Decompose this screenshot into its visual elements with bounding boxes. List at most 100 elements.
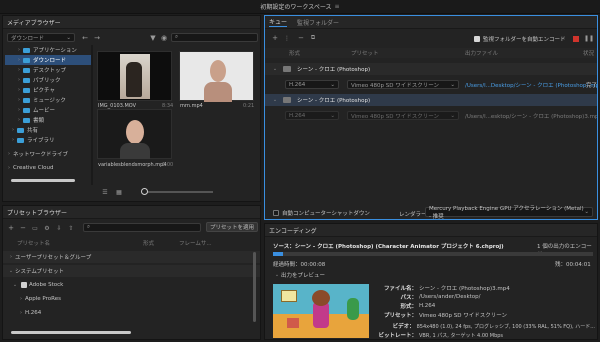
detail-row: ファイル名： シーン - クロエ (Photoshop)3.mp4 (373, 284, 595, 292)
tree-scrollbar[interactable] (11, 179, 75, 182)
search-input[interactable]: ⌕ (171, 33, 258, 42)
tree-item-movies[interactable]: › ムービー (5, 105, 91, 115)
queue-item-row[interactable]: H.264 ⌄ Vimeo 480p SD ワイドスクリーン ⌄ /Users/l.… (265, 77, 597, 91)
auto-shutdown-checkbox[interactable] (273, 210, 279, 216)
tree-item-downloads[interactable]: › ダウンロード (5, 55, 91, 65)
pause-icon[interactable]: ❚❚ (584, 34, 594, 42)
tree-item-pictures[interactable]: › ピクチャ (5, 85, 91, 95)
add-icon[interactable]: + (7, 224, 15, 232)
detail-row: パス： /Users/ander/Desktop/ (373, 293, 595, 301)
column-output: 出力ファイル (465, 51, 499, 57)
new-group-icon[interactable]: ▭ (31, 224, 39, 232)
expand-arrow-icon[interactable]: › (9, 127, 17, 133)
export-icon[interactable]: ⇧ (67, 224, 75, 232)
queue-item-row[interactable]: H.264 ⌄ Vimeo 480p SD ワイドスクリーン ⌄ /Users/l.… (265, 108, 597, 122)
expand-arrow-icon[interactable]: › (17, 296, 25, 302)
media-browser-title[interactable]: メディアブラウザー (7, 18, 61, 27)
tree-item-creative-cloud[interactable]: › Creative Cloud (5, 163, 91, 173)
expand-arrow-icon[interactable]: › (15, 87, 23, 93)
preset-browser-title[interactable]: プリセットブラウザー (7, 208, 67, 217)
preset-row-user[interactable]: › ユーザープリセット＆グループ (3, 251, 260, 263)
column-format: 形式 (289, 51, 301, 57)
collapse-arrow-icon[interactable]: ⌄ (271, 97, 279, 103)
tree-item-public[interactable]: › パブリック (5, 75, 91, 85)
auto-encode-checkbox[interactable] (474, 36, 480, 42)
preview-toggle[interactable]: ⌄ 出力をプレビュー (273, 271, 363, 279)
tree-item-network-drive[interactable]: › ネットワークドライブ (5, 149, 91, 159)
settings-icon[interactable]: ⚙ (43, 224, 51, 232)
queue-panel: キュー 監視フォルダー + ⋮ − ⧉ 監視フォルダーを自動エンコード ❚❚ 形… (264, 15, 598, 220)
preset-dropdown[interactable]: Vimeo 480p SD ワイドスクリーン ⌄ (347, 80, 459, 89)
encoding-title[interactable]: エンコーディング (269, 226, 317, 235)
queue-group-header[interactable]: ⌄ シーン - クロエ (Photoshop) (265, 63, 597, 75)
expand-arrow-icon[interactable]: › (15, 117, 23, 123)
folder-icon (23, 77, 30, 83)
folder-icon (23, 87, 30, 93)
location-dropdown[interactable]: ダウンロード ⌄ (7, 33, 75, 42)
settings-icon[interactable]: ⋮ (283, 34, 291, 42)
expand-arrow-icon[interactable]: › (5, 165, 13, 171)
auto-shutdown-toggle[interactable]: 自動コンピューターシャットダウン (273, 209, 403, 217)
renderer-dropdown[interactable]: Mercury Playback Engine GPU アクセラレーション (M… (425, 206, 593, 219)
preset-row-h264[interactable]: › H.264 (3, 307, 260, 319)
preset-row-adobe-stock[interactable]: ⌄ Adobe Stock (3, 279, 260, 291)
remove-icon[interactable]: − (297, 34, 305, 42)
collapse-arrow-icon[interactable]: ⌄ (271, 66, 279, 72)
tree-item-music[interactable]: › ミュージック (5, 95, 91, 105)
expand-arrow-icon[interactable]: › (15, 107, 23, 113)
tree-item-library[interactable]: › ライブラリ (5, 135, 91, 145)
expand-arrow-icon[interactable]: › (15, 47, 23, 53)
title-menu-icon[interactable]: ≡ (335, 3, 340, 10)
duplicate-icon[interactable]: ⧉ (309, 34, 317, 42)
preset-row-system[interactable]: ⌄ システムプリセット (3, 265, 260, 277)
format-dropdown[interactable]: H.264 ⌄ (285, 111, 339, 120)
remove-icon[interactable]: − (19, 224, 27, 232)
preset-row-label: Apple ProRes (25, 296, 61, 302)
expand-arrow-icon[interactable]: › (7, 254, 15, 260)
output-file-link[interactable]: /Users/l...esktop/シーン - クロエ (Photoshop)3… (465, 112, 597, 120)
tab-queue[interactable]: キュー (269, 17, 288, 27)
collapse-arrow-icon[interactable]: ⌄ (11, 282, 19, 288)
tree-item-applications[interactable]: › アプリケーション (5, 45, 91, 55)
expand-arrow-icon[interactable]: › (15, 67, 23, 73)
list-view-icon[interactable]: ☰ (101, 188, 109, 196)
preset-dropdown[interactable]: Vimeo 480p SD ワイドスクリーン ⌄ (347, 111, 459, 120)
thumbnail-img-0103[interactable] (97, 51, 172, 101)
tree-item-documents[interactable]: › 書類 (5, 115, 91, 125)
thumbnail-variablesblendsmorph[interactable] (97, 109, 172, 159)
eye-icon[interactable]: ◉ (160, 33, 168, 42)
stop-encode-button[interactable] (573, 36, 579, 42)
tree-divider[interactable] (91, 45, 93, 185)
detail-row: プリセット： Vimeo 480p SD ワイドスクリーン (373, 311, 595, 319)
import-icon[interactable]: ⇩ (55, 224, 63, 232)
expand-arrow-icon[interactable]: › (15, 57, 23, 63)
zoom-slider-handle[interactable] (141, 188, 148, 195)
preset-search-input[interactable]: ⌕ (83, 223, 201, 232)
expand-arrow-icon[interactable]: › (15, 77, 23, 83)
zoom-slider[interactable] (143, 191, 213, 193)
back-arrow-icon[interactable]: ← (81, 33, 89, 42)
queue-group-header[interactable]: ⌄ シーン - クロエ (Photoshop) (265, 94, 597, 106)
preset-h-scrollbar[interactable] (11, 331, 131, 334)
thumbnail-mrn[interactable] (179, 51, 254, 102)
tree-item-shared[interactable]: › 共有 (5, 125, 91, 135)
detail-key: ビデオ： (392, 324, 415, 330)
output-file-link[interactable]: /Users/l...Desktop/シーン - クロエ (Photoshop)… (465, 81, 597, 89)
collapse-arrow-icon[interactable]: ⌄ (7, 268, 15, 274)
format-dropdown[interactable]: H.264 ⌄ (285, 80, 339, 89)
add-icon[interactable]: + (271, 34, 279, 42)
collapse-arrow-icon[interactable]: ⌄ (273, 272, 281, 278)
preset-scrollbar[interactable] (253, 252, 256, 322)
apply-preset-button[interactable]: プリセットを適用 (206, 222, 258, 232)
forward-arrow-icon[interactable]: → (93, 33, 101, 42)
auto-encode-toggle[interactable]: 監視フォルダーを自動エンコード (474, 35, 574, 43)
tree-item-desktop[interactable]: › デスクトップ (5, 65, 91, 75)
expand-arrow-icon[interactable]: › (5, 151, 13, 157)
preset-row-apple-prores[interactable]: › Apple ProRes (3, 293, 260, 305)
thumbnail-view-icon[interactable]: ▦ (115, 188, 123, 196)
expand-arrow-icon[interactable]: › (15, 97, 23, 103)
expand-arrow-icon[interactable]: › (9, 137, 17, 143)
tab-watch-folders[interactable]: 監視フォルダー (297, 18, 339, 27)
filter-icon[interactable]: ▼ (149, 33, 157, 42)
expand-arrow-icon[interactable]: › (17, 310, 25, 316)
